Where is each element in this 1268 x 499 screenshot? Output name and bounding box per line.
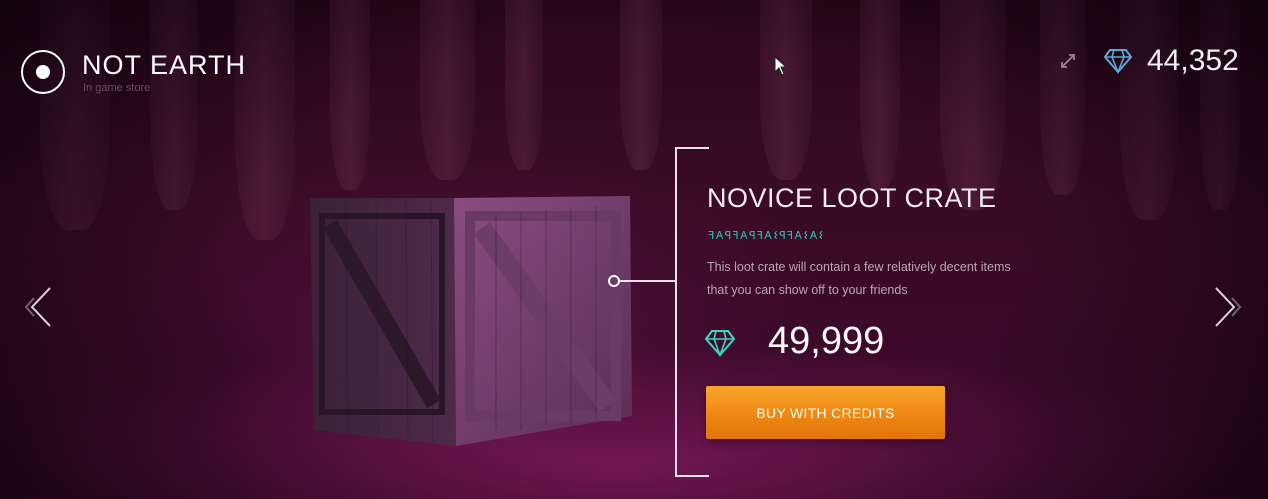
connector-dot <box>608 275 620 287</box>
loot-crate-image <box>310 196 632 446</box>
product-title: NOVICE LOOT CRATE <box>707 183 997 213</box>
product-price: 49,999 <box>768 320 885 362</box>
chevron-left-icon[interactable] <box>18 284 52 330</box>
gem-icon <box>705 330 735 357</box>
gem-icon <box>1104 49 1132 74</box>
mouse-cursor-icon <box>774 56 786 76</box>
product-description: This loot crate will contain a few relat… <box>707 260 1011 297</box>
logo-icon <box>21 50 65 94</box>
connector-line <box>620 280 676 282</box>
buy-with-credits-button[interactable]: BUY WITH CREDITS <box>706 386 945 439</box>
chevron-right-icon[interactable] <box>1212 284 1246 330</box>
brand-subtitle: In game store <box>83 82 151 94</box>
brand-title: NOT EARTH <box>82 50 247 80</box>
alien-glyph-text: ꟻ𐌀ꟼꟻ𐌀ꟼꟻ𐌀𐌔ꟼꟻ𐌀𐌔𐌀𐌔 <box>708 229 825 242</box>
info-bracket <box>675 147 709 477</box>
expand-icon[interactable] <box>1060 53 1076 69</box>
credits-balance: 44,352 <box>1147 44 1239 77</box>
